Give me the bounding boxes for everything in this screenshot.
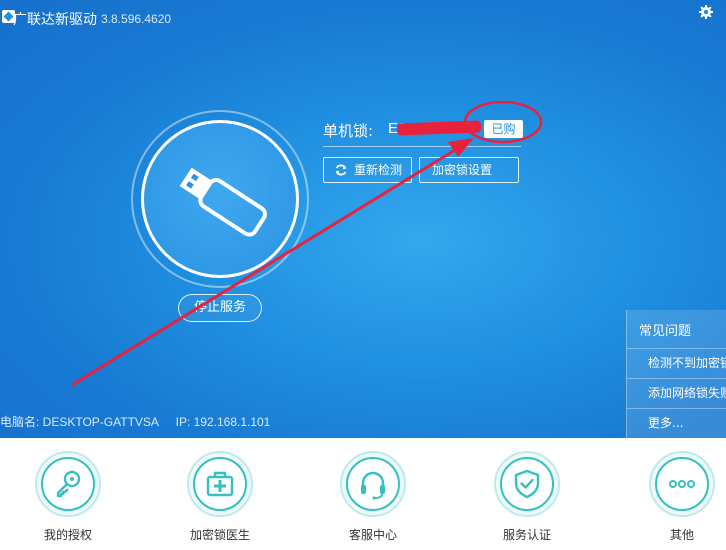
annotation-overlay [71, 100, 543, 387]
device-status-ring [131, 110, 309, 288]
divider [323, 146, 521, 147]
nav-service-certification[interactable]: 服务认证 [467, 438, 587, 550]
purchased-badge: 已购 [484, 120, 523, 138]
ip-address: IP: 192.168.1.101 [175, 415, 271, 429]
lock-type-label: 单机锁: [323, 122, 374, 140]
nav-icon-circle [494, 451, 560, 517]
nav-icon-circle [340, 451, 406, 517]
nav-my-license[interactable]: 我的授权 [8, 438, 128, 550]
more-dots-icon [669, 480, 695, 488]
stop-service-button[interactable]: 停止服务 [178, 294, 262, 322]
faq-item[interactable]: 更多... [627, 408, 726, 437]
lock-settings-label: 加密锁设置 [432, 163, 493, 177]
gear-icon[interactable] [698, 4, 714, 20]
nav-label: 服务认证 [502, 528, 551, 542]
lock-info: 单机锁: E32 已购 [323, 118, 553, 140]
computer-info: 电脑名: DESKTOP-GATTVSA IP: 192.168.1.101 [0, 413, 270, 430]
key-icon [56, 470, 81, 498]
app-title: 广联达新驱动 [13, 12, 97, 28]
redaction-mark [396, 120, 482, 136]
medical-kit-icon [206, 471, 234, 497]
computer-name: 电脑名: DESKTOP-GATTVSA [0, 415, 159, 429]
main-panel: 广联达新驱动 3.8.596.4620 停止服务 单机锁: 已购 重新检测 加密… [0, 0, 726, 438]
recheck-label: 重新检测 [354, 163, 403, 177]
app-version: 3.8.596.4620 [101, 12, 172, 26]
nav-icon-circle [649, 451, 715, 517]
title-bar: 广联达新驱动 3.8.596.4620 [0, 0, 726, 34]
device-status-circle [141, 120, 299, 278]
nav-icon-circle [187, 451, 253, 517]
nav-label: 加密锁医生 [189, 528, 250, 542]
nav-lock-doctor[interactable]: 加密锁医生 [160, 438, 280, 550]
nav-label: 客服中心 [348, 528, 397, 542]
nav-customer-service[interactable]: 客服中心 [313, 438, 433, 550]
shield-check-icon [514, 469, 540, 499]
faq-item[interactable]: 检测不到加密锁 [627, 348, 726, 377]
refresh-icon [335, 164, 347, 176]
faq-panel: 常见问题 检测不到加密锁 添加网络锁失败 更多... [626, 310, 726, 438]
nav-icon-circle [35, 451, 101, 517]
nav-label: 我的授权 [43, 528, 92, 542]
nav-label: 其他 [669, 528, 694, 542]
faq-title: 常见问题 [639, 324, 692, 339]
faq-item[interactable]: 添加网络锁失败 [627, 378, 726, 407]
nav-other[interactable]: 其他 [622, 438, 726, 550]
annotation-arrow-head [448, 138, 474, 157]
headset-icon [361, 471, 385, 500]
lock-settings-button[interactable]: 加密锁设置 [419, 157, 519, 183]
bottom-nav: 我的授权 加密锁医生 客服中心 服务认证 其他 [0, 438, 726, 550]
recheck-button[interactable]: 重新检测 [323, 157, 412, 183]
usb-key-icon [179, 167, 267, 237]
